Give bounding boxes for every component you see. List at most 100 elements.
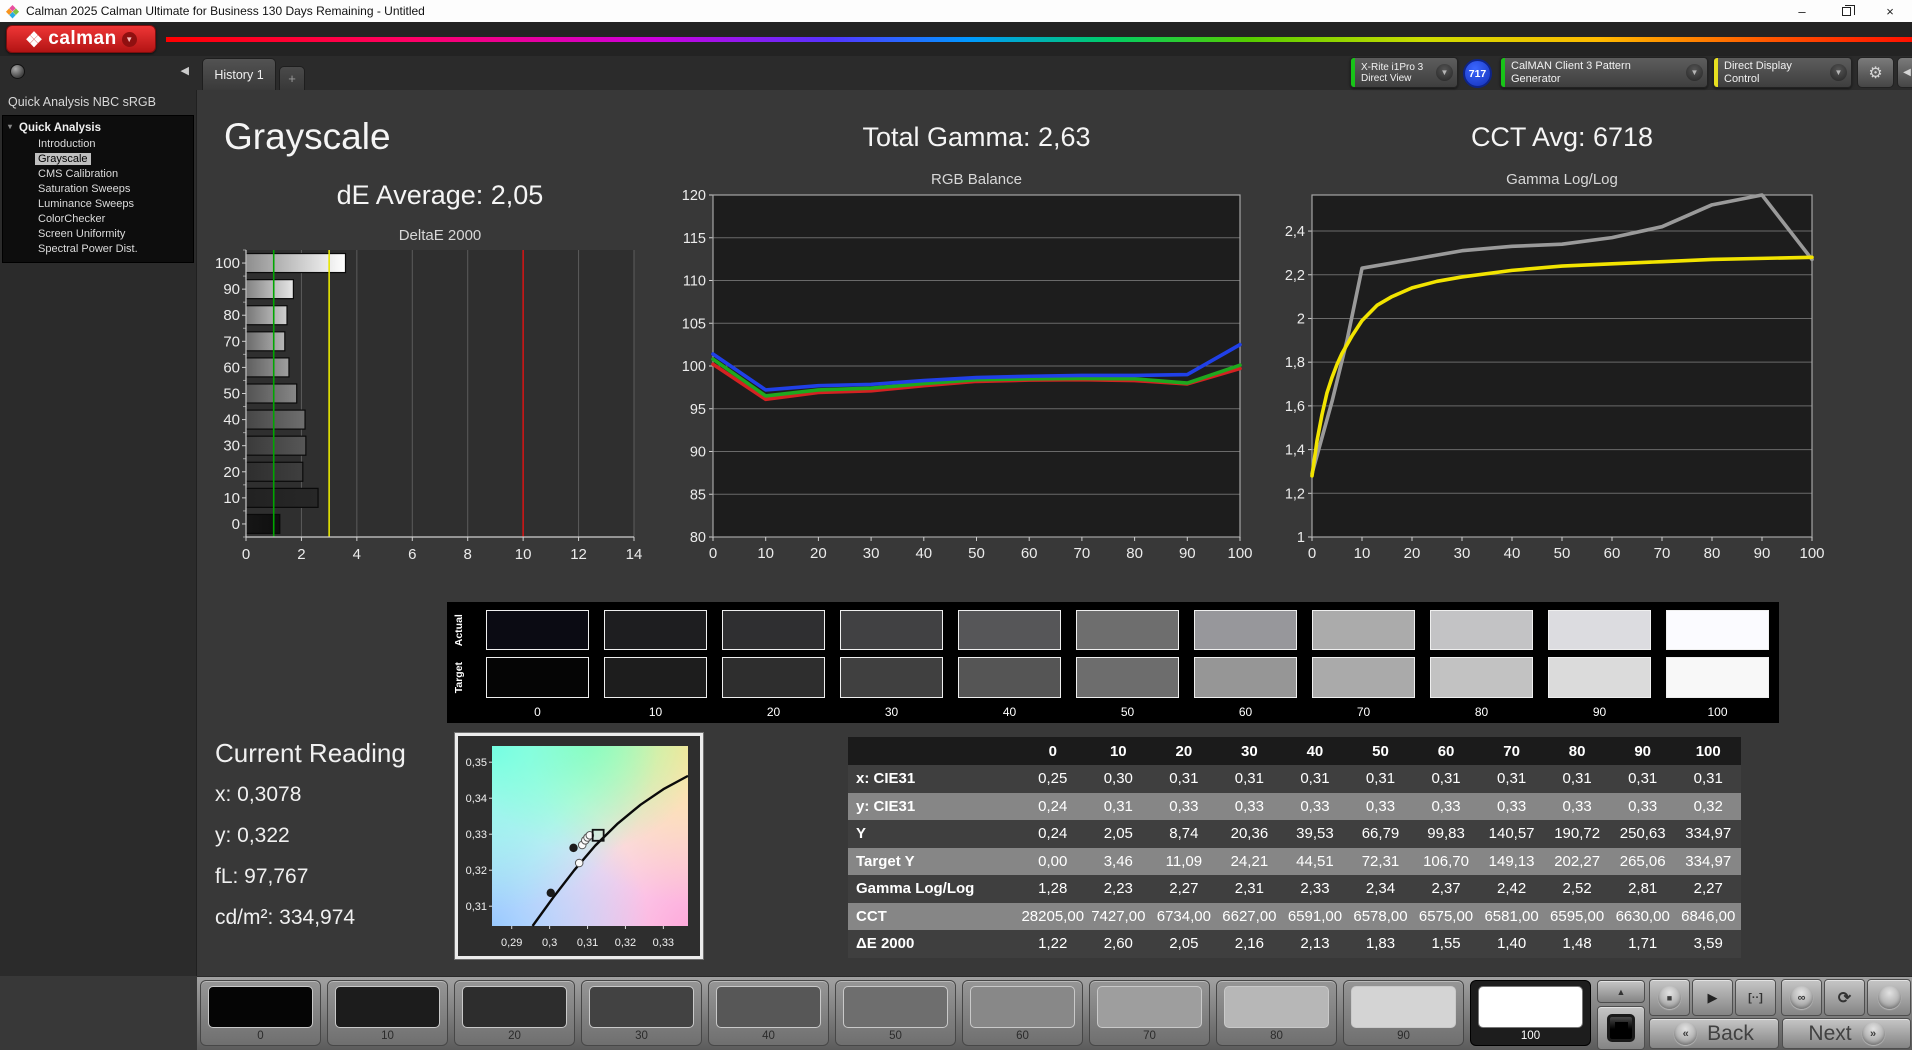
- refresh-button[interactable]: ⟳: [1824, 979, 1865, 1016]
- pattern-button-40[interactable]: 40: [708, 980, 829, 1046]
- pattern-source-dropdown[interactable]: CalMAN Client 3 Pattern Generator ▼: [1500, 57, 1708, 88]
- table-cell: 250,63: [1610, 820, 1676, 848]
- table-cell: 72,31: [1348, 848, 1414, 876]
- sidebar-item-cms-calibration[interactable]: CMS Calibration: [3, 166, 193, 181]
- svg-text:RGB Balance: RGB Balance: [931, 171, 1022, 188]
- sidebar-item-grayscale[interactable]: Grayscale: [3, 151, 193, 166]
- table-cell: 99,83: [1413, 820, 1479, 848]
- pattern-up-button[interactable]: ▲: [1597, 980, 1645, 1003]
- workflow-title: Quick Analysis NBC sRGB: [0, 90, 196, 113]
- pattern-swatch: [1478, 986, 1583, 1028]
- read-single-button[interactable]: [1867, 979, 1911, 1016]
- pattern-button-100[interactable]: 100: [1470, 980, 1591, 1046]
- pattern-button-70[interactable]: 70: [1089, 980, 1210, 1046]
- logo-dropdown-icon: ▼: [122, 32, 137, 47]
- calman-menu-button[interactable]: calman ▼: [6, 25, 156, 53]
- pattern-swatch: [1097, 986, 1202, 1028]
- sidebar-item-saturation-sweeps[interactable]: Saturation Sweeps: [3, 181, 193, 196]
- pattern-button-label: 20: [455, 1030, 574, 1042]
- pattern-button-10[interactable]: 10: [327, 980, 448, 1046]
- patch-target-40: [958, 657, 1061, 697]
- continuous-read-button[interactable]: ∞: [1781, 979, 1822, 1016]
- stop-button[interactable]: ■: [1649, 979, 1690, 1016]
- svg-text:6: 6: [408, 546, 416, 563]
- refresh-icon: ⟳: [1838, 988, 1851, 1008]
- patch-column-label: 100: [1666, 705, 1769, 721]
- table-cell: 0,24: [1020, 820, 1086, 848]
- tree-root-quick-analysis[interactable]: ▾Quick Analysis: [3, 120, 193, 136]
- svg-text:0,35: 0,35: [466, 757, 487, 769]
- table-cell: 2,52: [1544, 875, 1610, 903]
- patch-actual-10: [604, 610, 707, 650]
- pattern-button-90[interactable]: 90: [1343, 980, 1464, 1046]
- svg-text:60: 60: [1021, 545, 1038, 562]
- add-tab-button[interactable]: +: [279, 66, 305, 90]
- svg-text:4: 4: [353, 546, 361, 563]
- pattern-button-50[interactable]: 50: [835, 980, 956, 1046]
- workflow-tree: ▾Quick AnalysisIntroductionGrayscaleCMS …: [2, 115, 194, 263]
- table-cell: 20,36: [1217, 820, 1283, 848]
- next-button[interactable]: Next »: [1782, 1018, 1911, 1049]
- table-cell: 0,33: [1282, 793, 1348, 821]
- svg-text:1,4: 1,4: [1285, 443, 1305, 459]
- pattern-button-0[interactable]: 0: [200, 980, 321, 1046]
- svg-text:20: 20: [810, 545, 827, 562]
- tab-history-1[interactable]: History 1: [202, 58, 276, 90]
- svg-text:80: 80: [1126, 545, 1143, 562]
- minimize-button[interactable]: –: [1780, 0, 1824, 22]
- cct-average-readout: CCT Avg: 6718: [1312, 122, 1812, 153]
- pattern-button-20[interactable]: 20: [454, 980, 575, 1046]
- table-column-header: 100: [1675, 737, 1741, 765]
- sidebar-top-controls: ◀: [0, 56, 197, 90]
- patch-row-target: Target: [453, 657, 1769, 697]
- pattern-button-80[interactable]: 80: [1216, 980, 1337, 1046]
- sidebar-collapse-button[interactable]: ◀: [181, 64, 189, 77]
- svg-text:0: 0: [709, 545, 717, 562]
- patch-column-label: 70: [1312, 705, 1415, 721]
- svg-text:90: 90: [223, 281, 240, 298]
- svg-text:100: 100: [1799, 545, 1824, 562]
- meter-reading-badge[interactable]: 717: [1463, 59, 1492, 88]
- sidebar-item-introduction[interactable]: Introduction: [3, 136, 193, 151]
- back-label: Back: [1707, 1022, 1754, 1046]
- restore-button[interactable]: [1824, 0, 1868, 22]
- tree-expand-icon[interactable]: ▾: [8, 122, 12, 131]
- pattern-window-button[interactable]: [1597, 1006, 1645, 1050]
- svg-text:1,6: 1,6: [1285, 399, 1305, 415]
- meter-status-orb[interactable]: [10, 64, 25, 79]
- table-corner-cell: [848, 737, 1020, 765]
- sidebar-item-spectral-power-dist-[interactable]: Spectral Power Dist.: [3, 241, 193, 256]
- table-cell: 149,13: [1479, 848, 1545, 876]
- table-cell: 6734,00: [1151, 903, 1217, 931]
- panel-collapse-button[interactable]: ◀: [1897, 57, 1912, 88]
- table-cell: 3,46: [1086, 848, 1152, 876]
- patch-column-labels: 0102030405060708090100: [453, 705, 1769, 721]
- svg-text:70: 70: [1074, 545, 1091, 562]
- settings-gear-button[interactable]: ⚙: [1857, 57, 1894, 88]
- close-button[interactable]: ×: [1868, 0, 1912, 22]
- pattern-button-60[interactable]: 60: [962, 980, 1083, 1046]
- display-control-dropdown[interactable]: Direct Display Control ▼: [1713, 57, 1852, 88]
- pattern-swatch: [1224, 986, 1329, 1028]
- svg-text:2: 2: [1297, 311, 1305, 327]
- play-button[interactable]: ▶: [1692, 979, 1733, 1016]
- table-cell: 106,70: [1413, 848, 1479, 876]
- pattern-button-30[interactable]: 30: [581, 980, 702, 1046]
- pattern-range-button[interactable]: [··]: [1735, 979, 1776, 1016]
- back-button[interactable]: « Back: [1649, 1018, 1779, 1049]
- meter-dropdown[interactable]: X-Rite i1Pro 3 Direct View ▼: [1350, 57, 1458, 88]
- chevron-down-icon: ▼: [1436, 64, 1453, 81]
- sidebar-item-screen-uniformity[interactable]: Screen Uniformity: [3, 226, 193, 241]
- table-cell: 2,34: [1348, 875, 1414, 903]
- sidebar-item-colorchecker[interactable]: ColorChecker: [3, 211, 193, 226]
- table-cell: 1,28: [1020, 875, 1086, 903]
- sidebar-item-luminance-sweeps[interactable]: Luminance Sweeps: [3, 196, 193, 211]
- table-cell: 334,97: [1675, 820, 1741, 848]
- up-arrow-icon: ▲: [1617, 987, 1626, 997]
- patch-actual-50: [1076, 610, 1179, 650]
- svg-text:2,4: 2,4: [1285, 224, 1305, 240]
- patch-column-label: 50: [1076, 705, 1179, 721]
- pattern-swatch: [335, 986, 440, 1028]
- table-cell: 2,60: [1086, 930, 1152, 958]
- pattern-range-icon: [··]: [1748, 992, 1763, 1004]
